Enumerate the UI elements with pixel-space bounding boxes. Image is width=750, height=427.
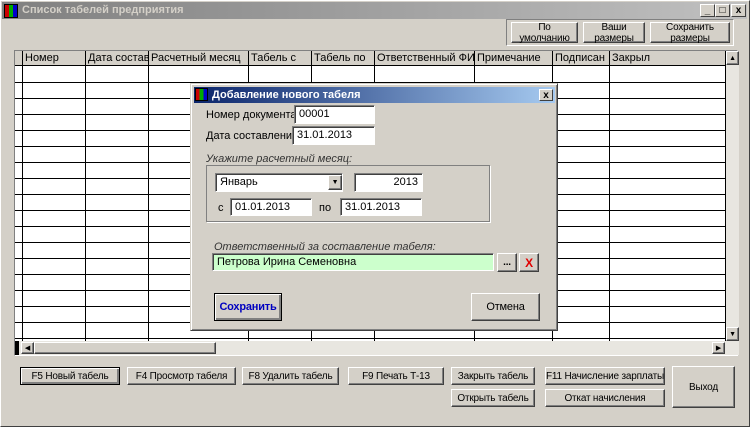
your-sizes-button[interactable]: Ваши размеры bbox=[583, 22, 645, 44]
save-button[interactable]: Сохранить bbox=[214, 293, 282, 321]
payroll-button[interactable]: F11 Начисление зарплаты bbox=[545, 367, 665, 385]
column-header[interactable]: Ответственный ФИО bbox=[375, 51, 475, 66]
doc-number-input[interactable]: 00001 bbox=[294, 105, 375, 124]
view-timesheet-button[interactable]: F4 Просмотр табеля bbox=[127, 367, 236, 385]
exit-button[interactable]: Выход bbox=[672, 366, 735, 408]
date-label: Дата составления: bbox=[206, 130, 302, 142]
print-t13-button[interactable]: F9 Печать Т-13 bbox=[348, 367, 444, 385]
doc-number-label: Номер документа: bbox=[206, 109, 300, 121]
window-titlebar: Список табелей предприятия bbox=[2, 2, 747, 19]
dialog-titlebar: Добавление нового табеля bbox=[194, 87, 555, 103]
grid-column-line bbox=[148, 66, 149, 341]
responsible-label: Ответственный за составление табеля: bbox=[214, 241, 436, 253]
open-timesheet-button[interactable]: Открыть табель bbox=[451, 389, 535, 407]
browse-responsible-button[interactable]: ... bbox=[497, 253, 517, 272]
default-size-button[interactable]: По умолчанию bbox=[511, 22, 578, 44]
month-select[interactable]: Январь bbox=[215, 173, 343, 192]
from-label: с bbox=[218, 202, 224, 214]
close-button[interactable]: x bbox=[731, 4, 746, 17]
month-value: Январь bbox=[220, 176, 258, 188]
scroll-up-button[interactable]: ▲ bbox=[726, 51, 739, 65]
clear-responsible-button[interactable]: X bbox=[519, 253, 539, 272]
dialog-close-button[interactable]: x bbox=[539, 89, 553, 101]
grid-column-line bbox=[609, 66, 610, 341]
cancel-button[interactable]: Отмена bbox=[471, 293, 540, 321]
scroll-indicator bbox=[15, 341, 19, 355]
grid-column-line bbox=[85, 66, 86, 341]
app-icon bbox=[4, 4, 18, 18]
minimize-button[interactable]: _ bbox=[700, 4, 715, 17]
dropdown-arrow-icon[interactable]: ▼ bbox=[328, 175, 342, 190]
maximize-button[interactable]: □ bbox=[715, 4, 730, 17]
column-header[interactable]: Дата состав. bbox=[86, 51, 149, 66]
delete-timesheet-button[interactable]: F8 Удалить табель bbox=[242, 367, 339, 385]
add-timesheet-dialog: Добавление нового табеля x Номер докумен… bbox=[190, 83, 558, 331]
rollback-payroll-button[interactable]: Откат начисления bbox=[545, 389, 665, 407]
column-header[interactable]: Закрыл bbox=[610, 51, 726, 66]
close-timesheet-button[interactable]: Закрыть табель bbox=[451, 367, 535, 385]
column-header[interactable]: Табель по bbox=[312, 51, 375, 66]
scroll-right-button[interactable]: ▶ bbox=[712, 342, 725, 354]
new-timesheet-button[interactable]: F5 Новый табель bbox=[20, 367, 120, 385]
date-input[interactable]: 31.01.2013 bbox=[292, 126, 375, 145]
grid-row-line bbox=[15, 338, 725, 339]
grid-column-line bbox=[22, 66, 23, 341]
month-group-label: Укажите расчетный месяц: bbox=[206, 153, 353, 165]
responsible-input[interactable]: Петрова Ирина Семеновна bbox=[212, 253, 494, 271]
scroll-left-button[interactable]: ◀ bbox=[21, 342, 34, 354]
vertical-scrollbar[interactable] bbox=[726, 51, 739, 341]
window-title: Список табелей предприятия bbox=[22, 4, 184, 16]
to-label: по bbox=[319, 202, 332, 214]
column-header[interactable]: Примечание bbox=[475, 51, 553, 66]
to-date-input[interactable]: 31.01.2013 bbox=[340, 198, 422, 216]
year-input[interactable]: 2013 bbox=[354, 173, 423, 192]
row-indicator-header bbox=[15, 51, 23, 66]
scroll-thumb[interactable] bbox=[34, 342, 216, 354]
column-header[interactable]: Табель с bbox=[249, 51, 312, 66]
grid-column-line bbox=[725, 66, 726, 341]
dialog-icon bbox=[195, 88, 208, 101]
save-sizes-button[interactable]: Сохранить размеры bbox=[650, 22, 730, 44]
scroll-down-button[interactable]: ▼ bbox=[726, 327, 739, 341]
column-header[interactable]: Расчетный месяц bbox=[149, 51, 249, 66]
column-header[interactable]: Номер bbox=[23, 51, 86, 66]
dialog-title: Добавление нового табеля bbox=[212, 89, 361, 101]
from-date-input[interactable]: 01.01.2013 bbox=[230, 198, 312, 216]
column-header[interactable]: Подписан bbox=[553, 51, 610, 66]
